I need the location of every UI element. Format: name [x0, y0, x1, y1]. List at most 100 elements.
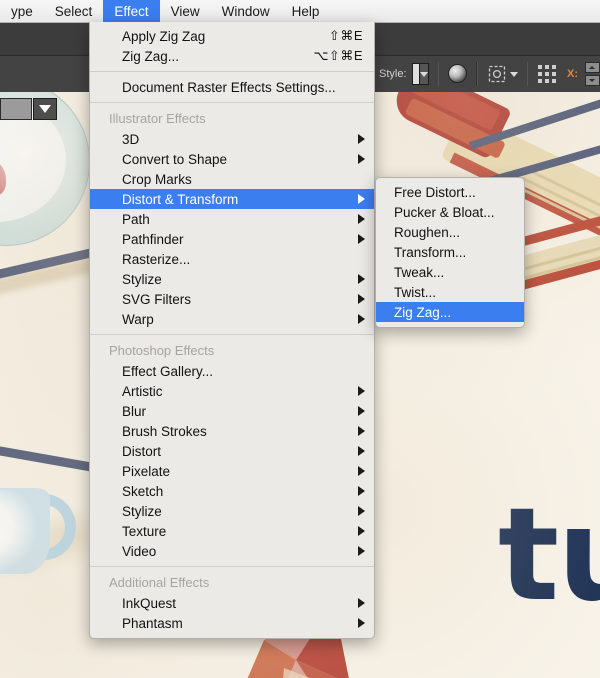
menu-item-zig-zag[interactable]: Zig Zag... ⌥⇧⌘E: [90, 46, 374, 66]
menu-item-video[interactable]: Video: [90, 541, 374, 561]
menu-item-pathfinder[interactable]: Pathfinder: [90, 229, 374, 249]
menu-item-label: Pucker & Bloat...: [394, 204, 495, 220]
menubar-item-help[interactable]: Help: [281, 0, 331, 22]
transform-button[interactable]: [487, 64, 507, 84]
submenu-arrow-icon: [358, 274, 365, 284]
menu-item-stylize[interactable]: Stylize: [90, 269, 374, 289]
menu-item-texture[interactable]: Texture: [90, 521, 374, 541]
menu-item-path[interactable]: Path: [90, 209, 374, 229]
menu-item-distort[interactable]: Distort: [90, 441, 374, 461]
menu-item-blur[interactable]: Blur: [90, 401, 374, 421]
submenu-arrow-icon: [358, 154, 365, 164]
menu-item-label: Texture: [122, 523, 167, 539]
menubar-item-window[interactable]: Window: [211, 0, 281, 22]
submenu-arrow-icon: [358, 314, 365, 324]
submenu-arrow-icon: [358, 466, 365, 476]
submenu-arrow-icon: [358, 214, 365, 224]
menu-item-apply-zig-zag[interactable]: Apply Zig Zag ⇧⌘E: [90, 26, 374, 46]
menu-item-label: 3D: [122, 131, 140, 147]
opacity-button[interactable]: [448, 64, 468, 84]
transform-chevron-down-icon[interactable]: [509, 71, 518, 77]
menu-item-svg-filters[interactable]: SVG Filters: [90, 289, 374, 309]
menubar-item-select[interactable]: Select: [44, 0, 104, 22]
menu-item-label: Apply Zig Zag: [122, 28, 206, 44]
submenu-arrow-icon: [358, 194, 365, 204]
menu-item-label: Artistic: [122, 383, 163, 399]
menu-section-header: Additional Effects: [109, 575, 210, 590]
menu-item-label: Blur: [122, 403, 147, 419]
app-window: tu S: [0, 0, 600, 678]
menu-bar: ype Select Effect View Window Help: [0, 0, 600, 23]
menu-item-label: Distort: [122, 443, 162, 459]
control-panel-right-lower: Style: X:: [371, 56, 600, 92]
submenu-item-roughen[interactable]: Roughen...: [376, 222, 524, 242]
menubar-item-label: View: [170, 3, 200, 19]
artwork-plate-highlight: [0, 80, 90, 248]
submenu-item-pucker-bloat[interactable]: Pucker & Bloat...: [376, 202, 524, 222]
menu-item-sketch[interactable]: Sketch: [90, 481, 374, 501]
distort-and-transform-submenu[interactable]: Free Distort... Pucker & Bloat... Roughen.…: [375, 177, 525, 328]
menubar-item-label: Select: [54, 3, 93, 19]
menu-item-label: Video: [122, 543, 157, 559]
submenu-item-free-distort[interactable]: Free Distort...: [376, 182, 524, 202]
align-grid-icon: [538, 65, 557, 83]
menu-item-label: Effect Gallery...: [122, 363, 214, 379]
menu-item-artistic[interactable]: Artistic: [90, 381, 374, 401]
menu-item-label: Document Raster Effects Settings...: [122, 79, 336, 95]
submenu-arrow-icon: [358, 406, 365, 416]
stepper-up-icon[interactable]: [585, 62, 600, 73]
menu-item-label: InkQuest: [122, 595, 177, 611]
menu-item-brush-strokes[interactable]: Brush Strokes: [90, 421, 374, 441]
menu-item-label: Pixelate: [122, 463, 171, 479]
submenu-arrow-icon: [358, 618, 365, 628]
submenu-item-transform[interactable]: Transform...: [376, 242, 524, 262]
style-swatch[interactable]: [411, 63, 421, 85]
x-value-stepper[interactable]: [585, 62, 600, 86]
menu-item-pixelate[interactable]: Pixelate: [90, 461, 374, 481]
submenu-arrow-icon: [358, 526, 365, 536]
menu-item-document-raster-effects-settings[interactable]: Document Raster Effects Settings...: [90, 77, 374, 97]
toolbar-divider: [476, 62, 478, 86]
menubar-item-view[interactable]: View: [160, 0, 211, 22]
menu-item-label: Zig Zag...: [394, 304, 452, 320]
x-coordinate-label: X:: [567, 68, 579, 80]
chevron-down-icon: [420, 71, 429, 77]
menu-item-label: Sketch: [122, 483, 164, 499]
menubar-item-ype[interactable]: ype: [0, 0, 44, 22]
menubar-item-label: Effect: [114, 3, 149, 19]
menu-item-crop-marks[interactable]: Crop Marks: [90, 169, 374, 189]
menu-item-phantasm[interactable]: Phantasm: [90, 613, 374, 633]
menu-item-distort-transform[interactable]: Distort & Transform: [90, 189, 374, 209]
submenu-item-zig-zag[interactable]: Zig Zag...: [376, 302, 524, 322]
submenu-arrow-icon: [358, 294, 365, 304]
submenu-arrow-icon: [358, 506, 365, 516]
transform-icon: [488, 65, 505, 83]
menu-item-3d[interactable]: 3D: [90, 129, 374, 149]
menu-item-effect-gallery[interactable]: Effect Gallery...: [90, 361, 374, 381]
menu-item-label: Tweak...: [394, 264, 445, 280]
submenu-item-twist[interactable]: Twist...: [376, 282, 524, 302]
menu-item-convert-to-shape[interactable]: Convert to Shape: [90, 149, 374, 169]
artwork-big-type: tu: [498, 481, 600, 630]
menu-separator: [90, 71, 374, 72]
align-button[interactable]: [537, 64, 557, 84]
effect-menu-dropdown[interactable]: Apply Zig Zag ⇧⌘E Zig Zag... ⌥⇧⌘E Document R…: [89, 22, 375, 639]
menu-item-inkquest[interactable]: InkQuest: [90, 593, 374, 613]
menu-item-stylize[interactable]: Stylize: [90, 501, 374, 521]
toolbar-divider: [438, 62, 440, 86]
menu-item-label: Pathfinder: [122, 231, 184, 247]
menu-item-label: Convert to Shape: [122, 151, 228, 167]
menu-item-label: Free Distort...: [394, 184, 476, 200]
menu-item-label: SVG Filters: [122, 291, 192, 307]
stepper-down-icon[interactable]: [585, 75, 600, 86]
menu-item-label: Transform...: [394, 244, 467, 260]
artwork-navy-bar-lower-left: [0, 444, 102, 474]
submenu-arrow-icon: [358, 486, 365, 496]
menu-item-warp[interactable]: Warp: [90, 309, 374, 329]
style-dropdown-button[interactable]: [420, 63, 430, 85]
menu-item-rasterize[interactable]: Rasterize...: [90, 249, 374, 269]
submenu-arrow-icon: [358, 386, 365, 396]
menubar-item-effect[interactable]: Effect: [103, 0, 160, 22]
opacity-icon: [448, 64, 468, 83]
submenu-item-tweak[interactable]: Tweak...: [376, 262, 524, 282]
